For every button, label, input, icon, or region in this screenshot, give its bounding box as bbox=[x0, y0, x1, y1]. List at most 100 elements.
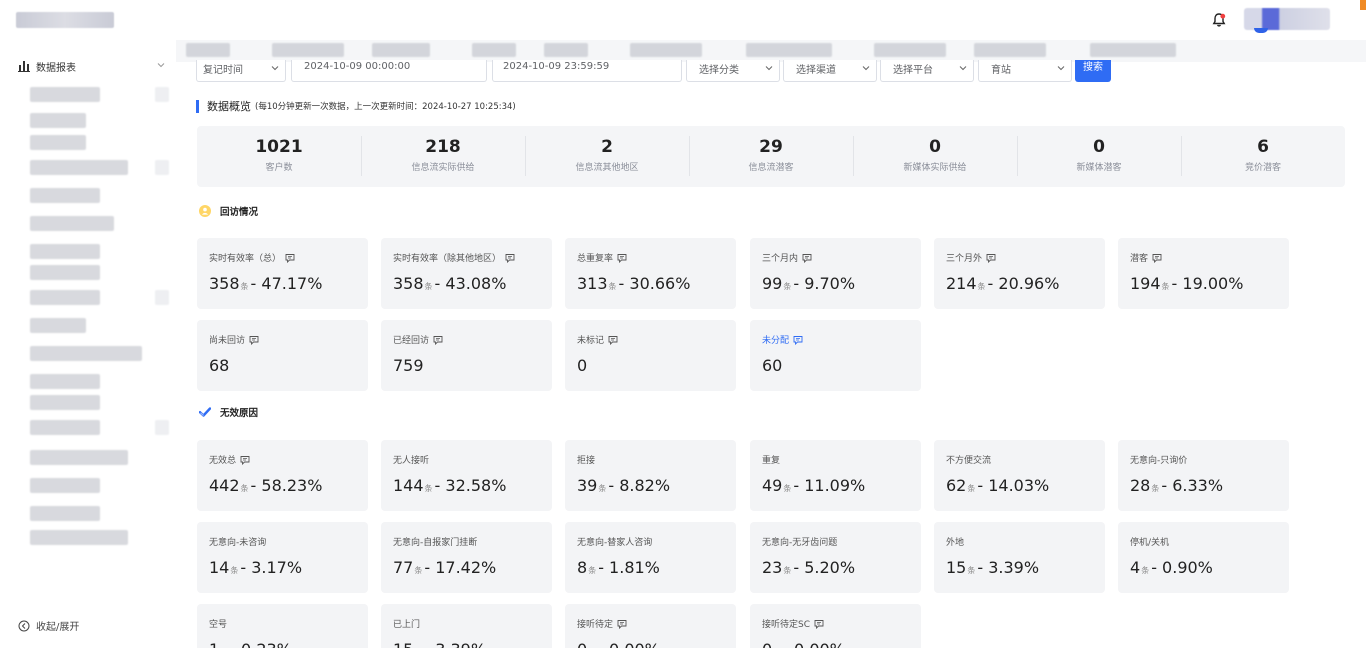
sidebar-item[interactable] bbox=[30, 113, 86, 128]
tooltip-icon[interactable] bbox=[617, 619, 627, 629]
tooltip-icon[interactable] bbox=[240, 455, 250, 465]
sidebar-item[interactable] bbox=[30, 160, 128, 175]
invalid-section-title: 无效原因 bbox=[199, 405, 258, 419]
metric-unit: 条 bbox=[230, 566, 239, 575]
tooltip-icon[interactable] bbox=[285, 253, 295, 263]
sidebar-item[interactable] bbox=[30, 346, 142, 361]
metric-label: 无意向-自报家门挂断 bbox=[393, 538, 478, 548]
sidebar-item[interactable] bbox=[30, 290, 100, 305]
metric-value: 313条 - 30.66% bbox=[577, 274, 690, 293]
tab[interactable] bbox=[472, 43, 516, 57]
metric-label: 无意向-替家人咨询 bbox=[577, 538, 653, 548]
sidebar-item[interactable] bbox=[30, 530, 128, 545]
sidebar-item[interactable] bbox=[30, 420, 100, 435]
metric-count: 68 bbox=[209, 356, 230, 375]
tooltip-icon[interactable] bbox=[617, 253, 627, 263]
overview-header: 数据概览 (每10分钟更新一次数据，上一次更新时间：2024-10-27 10:… bbox=[196, 99, 516, 113]
sidebar-item[interactable] bbox=[30, 244, 100, 259]
sidebar-item[interactable] bbox=[30, 450, 128, 465]
sidebar-item-data-reports[interactable]: 数据报表 bbox=[18, 58, 76, 74]
sidebar-item[interactable] bbox=[155, 420, 169, 435]
end-time-value: 2024-10-09 23:59:59 bbox=[503, 61, 610, 72]
sidebar-item[interactable] bbox=[155, 290, 169, 305]
tooltip-icon[interactable] bbox=[1152, 253, 1162, 263]
metric-label: 无效总 bbox=[209, 456, 237, 466]
metric-value: 60 bbox=[762, 356, 782, 375]
tab[interactable] bbox=[1090, 43, 1176, 57]
metric-value: 14条 - 3.17% bbox=[209, 558, 302, 577]
sidebar-item[interactable] bbox=[30, 478, 100, 493]
tab[interactable] bbox=[974, 43, 1046, 57]
channel-select[interactable]: 选择渠道 bbox=[783, 60, 877, 82]
stat-value: 0 bbox=[929, 137, 941, 157]
tab[interactable] bbox=[746, 43, 832, 57]
stat-label: 客户数 bbox=[265, 163, 293, 173]
metric-label-row: 接听待定 bbox=[577, 617, 627, 630]
bell-icon[interactable] bbox=[1211, 12, 1227, 28]
chevron-down-icon[interactable] bbox=[157, 61, 165, 69]
metric-card: 已上门 15条- 3.39% bbox=[381, 604, 552, 648]
sidebar-item[interactable] bbox=[155, 87, 169, 102]
metric-card: 未标记 0 bbox=[565, 320, 736, 391]
metric-card: 已经回访 759 bbox=[381, 320, 552, 391]
time-type-select[interactable]: 复记时间 bbox=[196, 60, 286, 82]
metric-count: 15 bbox=[946, 558, 967, 577]
tooltip-icon[interactable] bbox=[793, 335, 803, 345]
tooltip-icon[interactable] bbox=[433, 335, 443, 345]
tooltip-icon[interactable] bbox=[814, 619, 824, 629]
tab[interactable] bbox=[544, 43, 588, 57]
end-time-input[interactable]: 2024-10-09 23:59:59 bbox=[492, 60, 682, 82]
tooltip-icon[interactable] bbox=[802, 253, 812, 263]
sidebar-item[interactable] bbox=[30, 395, 100, 410]
tab[interactable] bbox=[186, 43, 230, 57]
metric-count: 214 bbox=[946, 274, 977, 293]
tooltip-icon[interactable] bbox=[505, 253, 515, 263]
chevron-down-icon bbox=[765, 66, 773, 71]
tab[interactable] bbox=[372, 43, 430, 57]
sidebar-item[interactable] bbox=[30, 374, 100, 389]
sidebar-item[interactable] bbox=[30, 318, 86, 333]
sidebar-item[interactable] bbox=[155, 160, 169, 175]
avatar[interactable] bbox=[1254, 28, 1268, 33]
metric-label-row[interactable]: 未分配 bbox=[762, 333, 803, 346]
tooltip-icon[interactable] bbox=[249, 335, 259, 345]
tooltip-icon[interactable] bbox=[986, 253, 996, 263]
region-select[interactable]: 育站 bbox=[978, 60, 1072, 82]
metric-count: 313 bbox=[577, 274, 608, 293]
metric-value: 358条 - 47.17% bbox=[209, 274, 322, 293]
sidebar-item[interactable] bbox=[30, 188, 100, 203]
collapse-toggle[interactable]: 收起/展开 bbox=[18, 618, 79, 633]
metric-label: 实时有效率（除其他地区） bbox=[393, 254, 502, 264]
metric-count: 759 bbox=[393, 356, 424, 375]
metric-unit: 条 bbox=[783, 484, 792, 493]
metric-label-row: 实时有效率（总） bbox=[209, 251, 295, 264]
sidebar-item[interactable] bbox=[30, 506, 100, 521]
metric-unit: 条 bbox=[1161, 282, 1170, 291]
sidebar-item[interactable] bbox=[30, 216, 114, 231]
sidebar-item[interactable] bbox=[30, 87, 100, 102]
tab[interactable] bbox=[272, 43, 344, 57]
metric-unit: 条 bbox=[967, 566, 976, 575]
logo bbox=[16, 12, 114, 28]
metric-label-row: 已经回访 bbox=[393, 333, 443, 346]
tab[interactable] bbox=[874, 43, 946, 57]
metric-card: 无意向-自报家门挂断 77条 - 17.42% bbox=[381, 522, 552, 593]
user-profile[interactable] bbox=[1244, 8, 1330, 30]
metric-count: 144 bbox=[393, 476, 424, 495]
tooltip-icon[interactable] bbox=[608, 335, 618, 345]
metric-label: 接听待定SC bbox=[762, 620, 810, 630]
metric-label-row: 无意向-自报家门挂断 bbox=[393, 535, 477, 548]
metric-unit: 条 bbox=[1151, 484, 1160, 493]
metric-card: 不方便交流 62条 - 14.03% bbox=[934, 440, 1105, 511]
metric-label-row: 无效总 bbox=[209, 453, 250, 466]
tab[interactable] bbox=[630, 43, 702, 57]
overview-stats: 1021 客户数 218 信息流实际供给 2 信息流其他地区 29 信息流潜客 0 新媒体… bbox=[197, 126, 1345, 187]
category-select[interactable]: 选择分类 bbox=[686, 60, 780, 82]
platform-select[interactable]: 选择平台 bbox=[880, 60, 974, 82]
metric-value: 358条 - 43.08% bbox=[393, 274, 506, 293]
sidebar-item[interactable] bbox=[30, 135, 86, 150]
search-button[interactable]: 搜索 bbox=[1075, 60, 1111, 82]
stat-value: 6 bbox=[1257, 137, 1269, 157]
sidebar-item[interactable] bbox=[30, 265, 100, 280]
start-time-input[interactable]: 2024-10-09 00:00:00 bbox=[291, 60, 487, 82]
